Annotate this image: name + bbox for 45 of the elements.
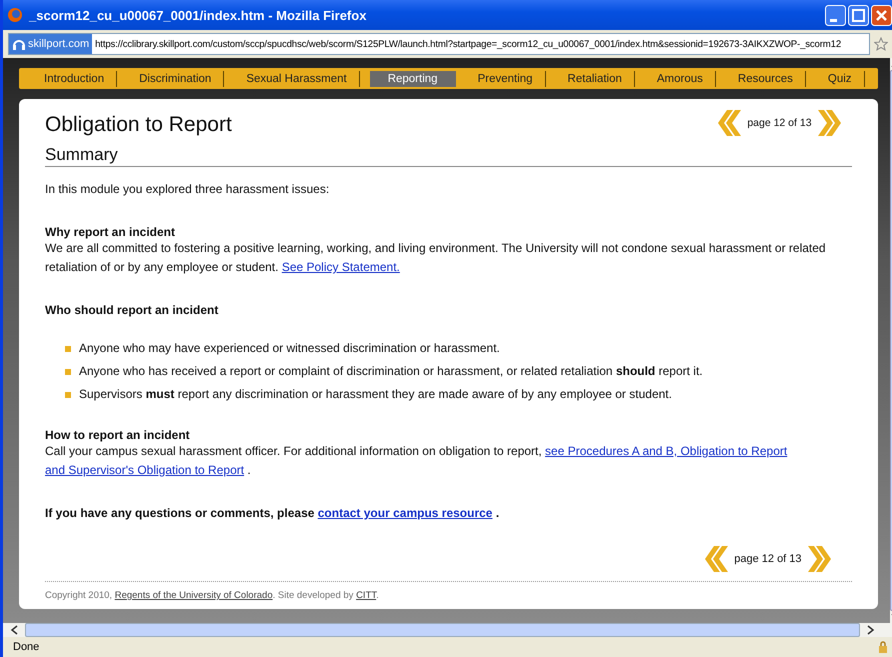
nav-tab[interactable]: Sexual Harassment: [234, 70, 360, 86]
footer-link[interactable]: Regents of the University of Colorado: [114, 590, 273, 601]
bullet-icon: [65, 392, 71, 398]
nav-tab[interactable]: Retaliation: [556, 70, 635, 86]
nav-tab[interactable]: Discrimination: [127, 70, 224, 86]
link[interactable]: and Supervisor's Obligation to Report: [45, 463, 244, 477]
bullet-icon: [65, 368, 71, 374]
horizontal-scrollbar[interactable]: [3, 623, 892, 637]
list-item-text: Anyone who has received a report or complaint of discrimination or harassment, or related retaliation should report it.: [79, 364, 703, 379]
footer-text: Copyright 2010, Regents of the University of Colorado. Site developed by CITT.: [45, 581, 852, 601]
paragraph: We are all committed to fostering a positive learning, working, and living environment. The University will not condone sexual harassment or related retaliation of or by any employee or student. See Policy Statement.: [45, 240, 827, 276]
bookmark-star-icon: [874, 37, 888, 51]
link[interactable]: See Policy Statement.: [282, 260, 400, 274]
subheading: Who should report an incident: [45, 303, 220, 317]
page-title: Obligation to Report: [45, 113, 232, 137]
status-text: Done: [13, 641, 40, 653]
paragraph: Call your campus sexual harassment officer. For additional information on obligation to report, see Procedures A and B, Obligation to Report and Supervisor's Obligation to Report .: [45, 443, 788, 479]
subheading: How to report an incident: [45, 428, 191, 442]
page-indicator: page 12 of 13: [734, 553, 802, 565]
headphones-icon: [12, 37, 26, 51]
subheading: Why report an incident: [45, 225, 176, 239]
nav-tab[interactable]: Amorous: [644, 70, 716, 86]
nav-tab[interactable]: Quiz: [816, 70, 865, 86]
link[interactable]: see Procedures A and B, Obligation to Report: [545, 444, 788, 458]
footer-link[interactable]: CITT: [356, 590, 376, 601]
minimize-button[interactable]: [825, 4, 846, 26]
paragraph: If you have any questions or comments, please contact your campus resource .: [45, 505, 500, 522]
close-button[interactable]: [871, 4, 892, 26]
padlock-icon: [878, 641, 888, 653]
browser-logo-icon: [7, 7, 23, 23]
list-item-text: Supervisors must report any discrimination or harassment they are made aware of by any employee or student.: [79, 387, 672, 402]
site-identity-button[interactable]: skillport.com: [9, 34, 92, 54]
window-title: _scorm12_cu_u00067_0001/index.htm - Mozilla Firefox: [29, 8, 368, 22]
paragraph: In this module you explored three harassment issues:: [45, 181, 330, 198]
nav-tab[interactable]: Preventing: [466, 70, 546, 86]
bullet-icon: [65, 346, 71, 352]
page-indicator: page 12 of 13: [747, 117, 812, 129]
maximize-button[interactable]: [848, 4, 869, 26]
list-item-text: Anyone who may have experienced or witnessed discrimination or harassment.: [79, 341, 500, 356]
nav-tab[interactable]: Reporting: [370, 70, 456, 86]
address-field[interactable]: skillport.com https://cclibrary.skillport.com/custom/sccp/spucdhsc/web/scorm/S125PLW/launch.html?startpage=_scorm12_cu_u00067_0001/index.htm&sessionid=192673-3AIKXZWOP-_scorm12: [8, 33, 870, 55]
nav-tab[interactable]: Introduction: [32, 70, 118, 86]
link[interactable]: contact your campus resource: [318, 506, 492, 520]
section-heading: Summary: [45, 145, 852, 167]
nav-tab[interactable]: Resources: [726, 70, 806, 86]
